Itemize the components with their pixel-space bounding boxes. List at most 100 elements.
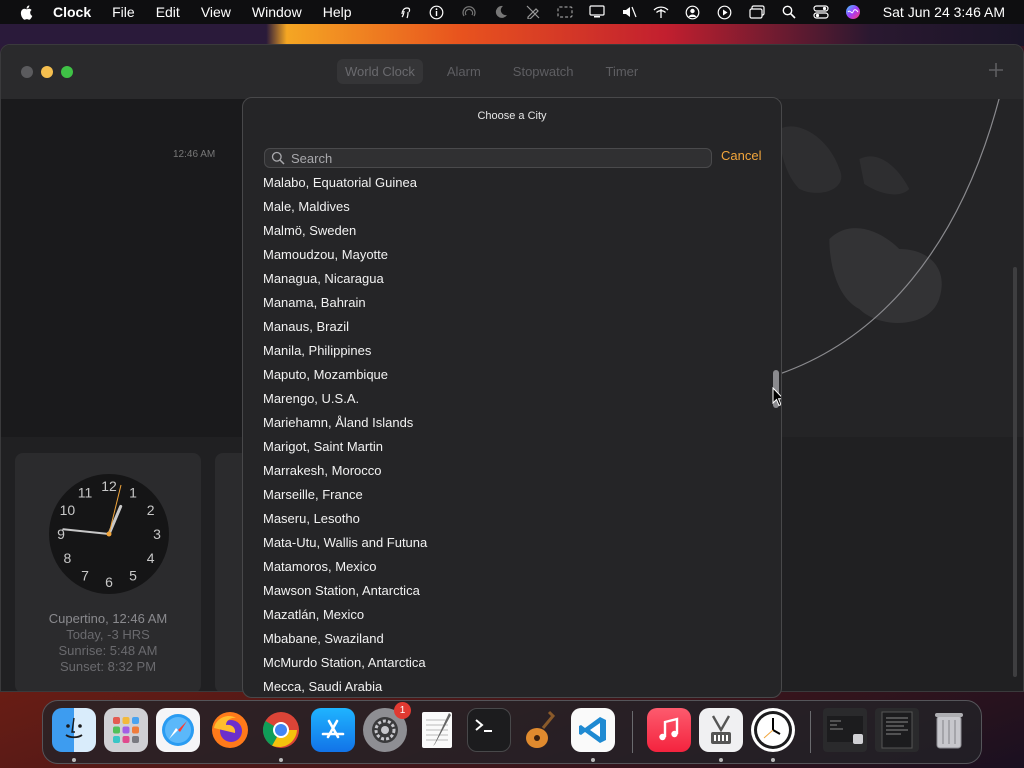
close-button[interactable] [21, 66, 33, 78]
city-list-item[interactable]: Manaus, Brazil [263, 315, 349, 339]
moon-icon[interactable] [493, 4, 509, 20]
tab-world-clock[interactable]: World Clock [337, 59, 423, 84]
city-list-item[interactable]: Marengo, U.S.A. [263, 387, 359, 411]
finder-icon[interactable] [52, 708, 96, 752]
add-city-icon[interactable] [987, 61, 1005, 79]
edit-off-icon[interactable] [525, 4, 541, 20]
minimize-button[interactable] [41, 66, 53, 78]
edit-menu[interactable]: Edit [156, 4, 180, 20]
play-icon[interactable] [717, 4, 733, 20]
search-field[interactable] [264, 148, 712, 168]
document-preview-icon[interactable] [875, 708, 919, 752]
display-icon[interactable] [589, 4, 605, 20]
city-list-item[interactable]: McMurdo Station, Antarctica [263, 651, 426, 675]
instruments-icon[interactable] [699, 708, 743, 752]
wifi-icon[interactable] [653, 4, 669, 20]
info-icon[interactable] [429, 4, 445, 20]
window-icon[interactable] [749, 4, 765, 20]
running-indicator [771, 758, 775, 762]
user-icon[interactable] [685, 4, 701, 20]
card-sunrise: Sunrise: 5:48 AM [58, 643, 158, 658]
city-list-item[interactable]: Mazatlán, Mexico [263, 603, 364, 627]
city-list-item[interactable]: Mamoudzou, Mayotte [263, 243, 388, 267]
clock-numeral: 5 [129, 568, 137, 584]
city-list-item[interactable]: Maputo, Mozambique [263, 363, 388, 387]
card-city-time: Cupertino, 12:46 AM [48, 611, 168, 626]
vscode-icon[interactable] [571, 708, 615, 752]
clock-numeral: 3 [153, 526, 161, 542]
city-list-item[interactable]: Marrakesh, Morocco [263, 459, 381, 483]
app-menu[interactable]: Clock [53, 4, 91, 20]
analog-clock: 12 1234567891011 [49, 474, 169, 594]
sheet-title: Choose a City [477, 110, 547, 122]
card-sunset: Sunset: 8:32 PM [59, 659, 157, 674]
airdrop-icon[interactable] [461, 4, 477, 20]
file-menu[interactable]: File [112, 4, 135, 20]
city-card-partial[interactable] [215, 453, 245, 691]
city-list-item[interactable]: Managua, Nicaragua [263, 267, 384, 291]
running-indicator [719, 758, 723, 762]
search-icon[interactable] [781, 4, 797, 20]
search-input[interactable] [291, 150, 691, 166]
trash-icon[interactable] [927, 708, 971, 752]
clock-numeral: 11 [78, 484, 93, 500]
city-list-item[interactable]: Mata-Utu, Wallis and Futuna [263, 531, 427, 555]
clock-numeral: 10 [60, 502, 76, 518]
chrome-icon[interactable] [259, 708, 303, 752]
firefox-icon[interactable] [208, 708, 252, 752]
clock-numeral: 8 [64, 550, 72, 566]
garageband-icon[interactable] [519, 708, 563, 752]
textedit-icon[interactable] [415, 708, 459, 752]
city-list-item[interactable]: Marseille, France [263, 483, 363, 507]
desktop-wallpaper [0, 24, 1024, 46]
city-list-item[interactable]: Manila, Philippines [263, 339, 371, 363]
keychain-icon[interactable] [397, 4, 413, 20]
tab-timer[interactable]: Timer [598, 59, 647, 84]
control-center-icon[interactable] [813, 4, 829, 20]
window-toolbar: World Clock Alarm Stopwatch Timer [1, 45, 1023, 99]
window-scrollbar[interactable] [1013, 267, 1017, 677]
city-list-item[interactable]: Male, Maldives [263, 195, 350, 219]
mouse-pointer-icon [772, 387, 781, 407]
menubar-clock[interactable]: Sat Jun 24 3:46 AM [883, 4, 1005, 20]
launchpad-icon[interactable] [104, 708, 148, 752]
clock-numeral: 1 [129, 484, 137, 500]
music-icon[interactable] [647, 708, 691, 752]
clock-app-icon[interactable] [751, 708, 795, 752]
running-indicator [591, 758, 595, 762]
cancel-button[interactable]: Cancel [721, 148, 761, 163]
segmented-tabs: World Clock Alarm Stopwatch Timer [337, 59, 662, 84]
mute-icon[interactable] [621, 4, 637, 20]
city-list-item[interactable]: Mawson Station, Antarctica [263, 579, 420, 603]
window-menu[interactable]: Window [252, 4, 302, 20]
city-list-item[interactable]: Mbabane, Swaziland [263, 627, 384, 651]
apple-menu-icon[interactable] [19, 4, 35, 20]
city-list-item[interactable]: Mecca, Saudi Arabia [263, 675, 382, 697]
tab-stopwatch[interactable]: Stopwatch [505, 59, 582, 84]
dock-separator [632, 711, 633, 753]
city-list-item[interactable]: Malmö, Sweden [263, 219, 356, 243]
notification-badge: 1 [394, 702, 411, 719]
city-list-item[interactable]: Manama, Bahrain [263, 291, 366, 315]
system-settings-icon[interactable]: 1 [363, 702, 411, 752]
help-menu[interactable]: Help [323, 4, 352, 20]
app-store-icon[interactable] [311, 708, 355, 752]
city-list[interactable]: Malabo, Equatorial Guinea Male, Maldives M… [243, 174, 781, 697]
city-list-item[interactable]: Marigot, Saint Martin [263, 435, 383, 459]
city-list-item[interactable]: Matamoros, Mexico [263, 555, 376, 579]
screen-icon[interactable] [557, 4, 573, 20]
city-card-cupertino[interactable]: 12 1 2 3 4 5 6 7 8 9 10 11 Cupertino, 12:46 AM Toda… [15, 453, 201, 691]
window-preview-icon[interactable] [823, 708, 867, 752]
safari-icon[interactable] [156, 708, 200, 752]
map-time-label: 12:46 AM [173, 149, 216, 160]
menu-bar: Clock File Edit View Window Help Sat Jun… [0, 0, 1024, 24]
zoom-button[interactable] [61, 66, 73, 78]
tab-alarm[interactable]: Alarm [439, 59, 489, 84]
city-list-item[interactable]: Malabo, Equatorial Guinea [263, 174, 417, 195]
view-menu[interactable]: View [201, 4, 231, 20]
siri-icon[interactable] [845, 4, 861, 20]
dock: 1 [42, 700, 982, 764]
city-list-item[interactable]: Maseru, Lesotho [263, 507, 360, 531]
terminal-icon[interactable] [467, 708, 511, 752]
city-list-item[interactable]: Mariehamn, Åland Islands [263, 411, 413, 435]
